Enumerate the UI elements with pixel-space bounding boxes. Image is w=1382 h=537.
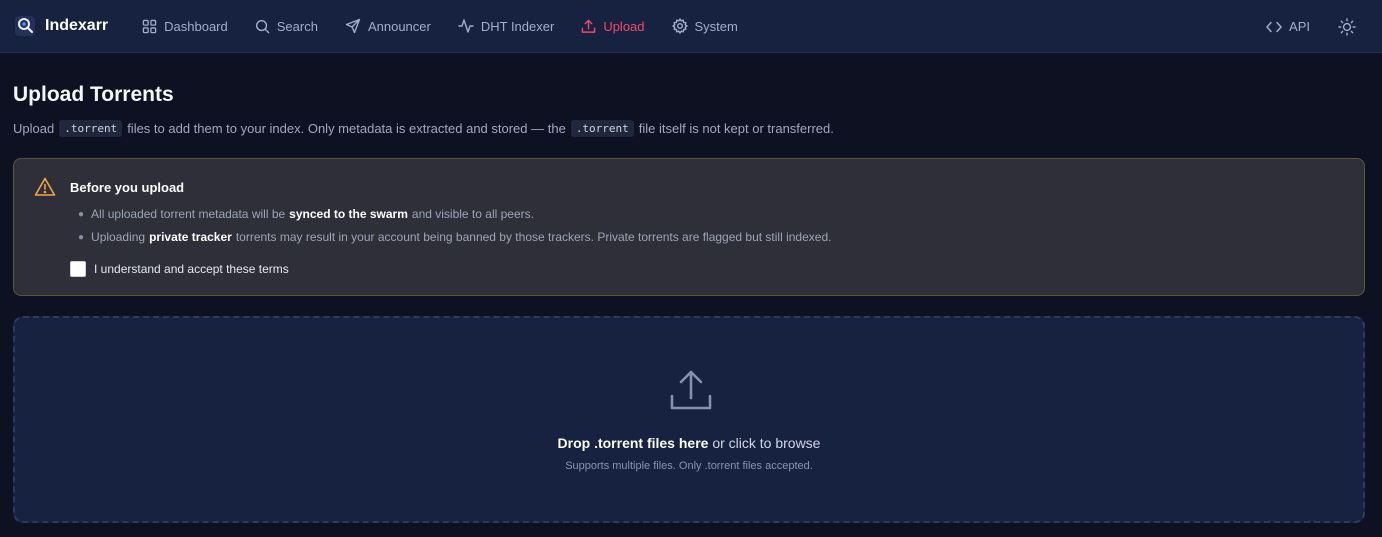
upload-icon bbox=[582, 19, 596, 33]
accept-terms-checkbox[interactable] bbox=[70, 261, 86, 277]
brand[interactable]: Indexarr bbox=[14, 15, 108, 37]
search-icon bbox=[255, 19, 270, 33]
grid-icon bbox=[142, 19, 157, 33]
warning-item-text: and visible to all peers. bbox=[411, 207, 534, 221]
bullet-icon: ● bbox=[78, 208, 85, 220]
warning-list: ● All uploaded torrent metadata will be … bbox=[78, 207, 831, 253]
code-icon bbox=[1266, 21, 1282, 32]
indexarr-logo-icon bbox=[14, 15, 36, 37]
nav-system-label: System bbox=[694, 18, 738, 34]
send-icon bbox=[345, 18, 361, 34]
gear-icon bbox=[671, 18, 688, 34]
torrent-code-badge: .torrent bbox=[59, 120, 123, 137]
nav-announcer[interactable]: Announcer bbox=[337, 11, 439, 41]
nav-system[interactable]: System bbox=[664, 11, 746, 41]
warning-item-text: All uploaded torrent metadata will be bbox=[91, 207, 286, 221]
activity-icon bbox=[458, 19, 474, 33]
nav-search-label: Search bbox=[276, 18, 318, 34]
upload-warning-panel: Before you upload ● All uploaded torrent… bbox=[13, 158, 1365, 296]
theme-toggle-button[interactable] bbox=[1338, 17, 1356, 36]
dropzone-text: Drop .torrent files here or click to bro… bbox=[15, 435, 1363, 451]
nav-upload[interactable]: Upload bbox=[573, 11, 652, 41]
dropzone-bold-text: Drop .torrent files here bbox=[557, 435, 709, 451]
api-link-label: API bbox=[1289, 19, 1310, 34]
top-navbar: Indexarr Dashboard Search Announcer DHT … bbox=[0, 0, 1382, 53]
torrent-code-badge: .torrent bbox=[570, 120, 634, 137]
dropzone-hint: Supports multiple files. Only .torrent f… bbox=[565, 460, 813, 472]
right-nav: API bbox=[1266, 0, 1382, 53]
brand-name: Indexarr bbox=[45, 17, 109, 34]
api-link[interactable]: API bbox=[1266, 19, 1310, 34]
accept-terms-control[interactable]: I understand and accept these terms bbox=[70, 261, 289, 277]
nav-upload-label: Upload bbox=[603, 18, 645, 34]
dropzone-browse-text: or click to browse bbox=[712, 435, 821, 451]
torrent-dropzone[interactable]: Drop .torrent files here or click to bro… bbox=[13, 316, 1365, 523]
warning-triangle-icon bbox=[34, 177, 56, 202]
nav-dht-indexer-label: DHT Indexer bbox=[480, 18, 555, 34]
bullet-icon: ● bbox=[78, 231, 85, 243]
nav-dashboard[interactable]: Dashboard bbox=[134, 11, 236, 41]
warning-item: ● Uploading private tracker torrents may… bbox=[78, 230, 831, 244]
upload-icon bbox=[669, 368, 713, 417]
nav-dashboard-label: Dashboard bbox=[164, 18, 228, 34]
nav-search[interactable]: Search bbox=[247, 11, 326, 41]
main-nav: Dashboard Search Announcer DHT Indexer U… bbox=[134, 11, 757, 41]
page-title: Upload Torrents bbox=[13, 83, 174, 106]
accept-terms-label[interactable]: I understand and accept these terms bbox=[94, 262, 289, 276]
warning-item-text: torrents may result in your account bein… bbox=[235, 230, 832, 244]
warning-item: ● All uploaded torrent metadata will be … bbox=[78, 207, 831, 221]
nav-dht-indexer[interactable]: DHT Indexer bbox=[450, 11, 562, 41]
warning-item-bold: private tracker bbox=[149, 230, 232, 244]
warning-item-bold: synced to the swarm bbox=[289, 207, 408, 221]
sun-icon bbox=[1338, 17, 1356, 36]
subtitle-text-2: files to add them to your index. Only me… bbox=[127, 121, 566, 136]
subtitle-text-3: file itself is not kept or transferred. bbox=[638, 121, 834, 136]
nav-announcer-label: Announcer bbox=[367, 18, 431, 34]
page-subtitle: Upload .torrent files to add them to you… bbox=[13, 120, 834, 137]
subtitle-text-1: Upload bbox=[13, 121, 55, 136]
warning-item-text: Uploading bbox=[91, 230, 146, 244]
warning-title: Before you upload bbox=[70, 180, 185, 195]
